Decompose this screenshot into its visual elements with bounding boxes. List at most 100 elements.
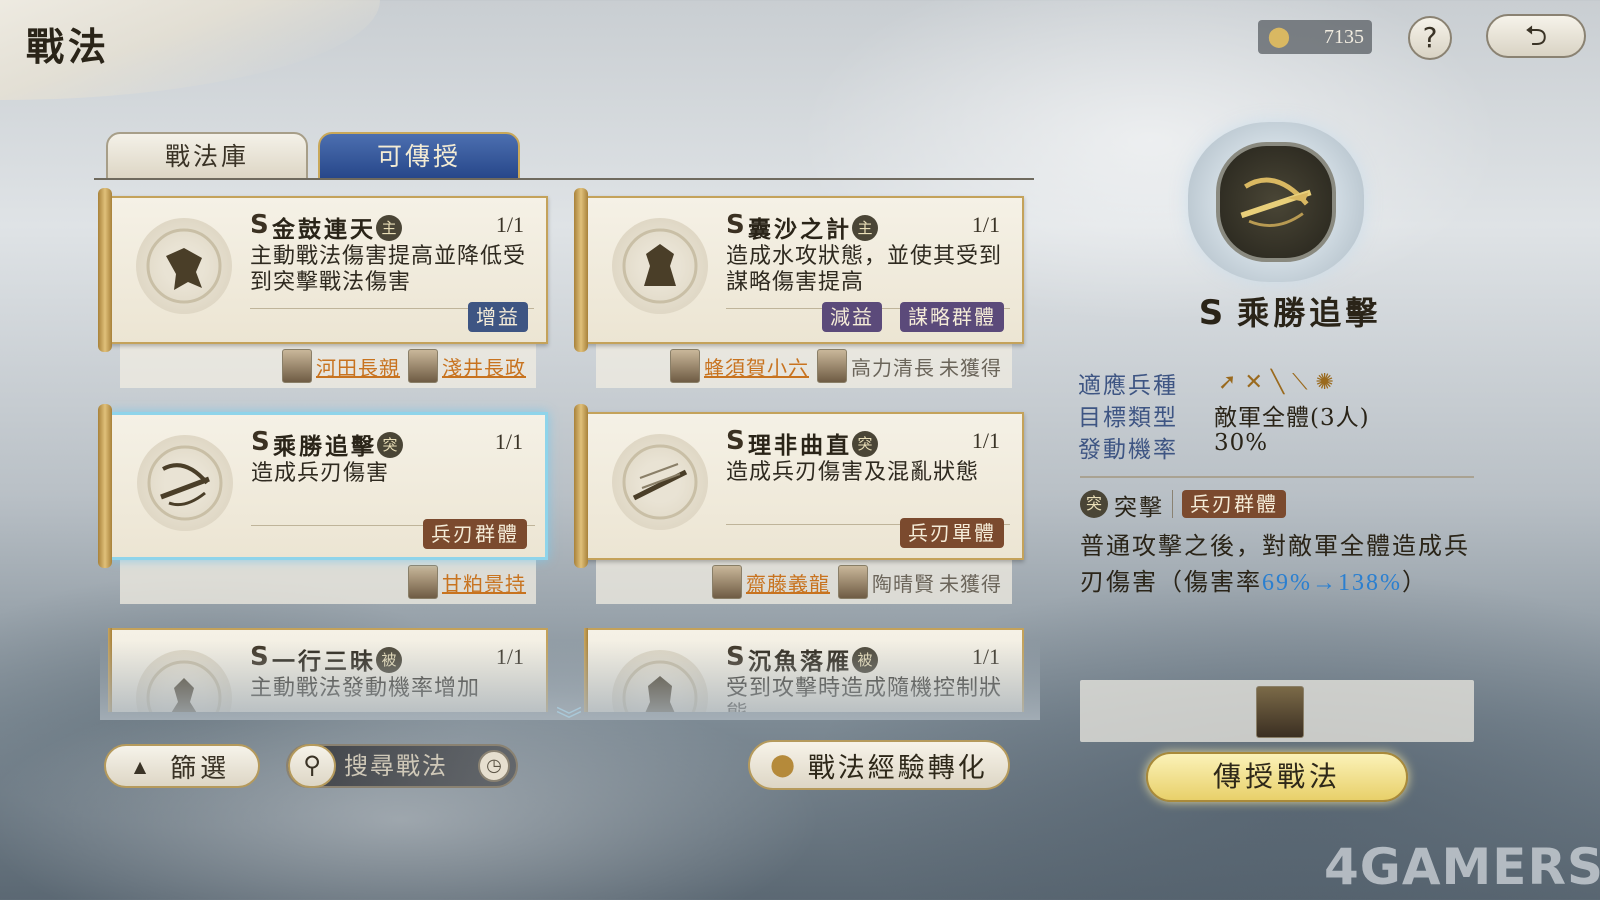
- lady-fan-icon: [612, 650, 708, 712]
- search-icon[interactable]: ⚲: [288, 744, 336, 788]
- troop-label: 適應兵種: [1078, 373, 1178, 399]
- filter-label: 篩選: [170, 753, 231, 784]
- skill-card-body[interactable]: S 一行三昧 被 1/1 主動戰法發動機率增加: [108, 628, 548, 712]
- type-badge: 主: [852, 215, 878, 241]
- detail-tag: 兵刃群體: [1182, 490, 1286, 518]
- scroll-rod: [98, 404, 112, 568]
- detail-title: S 乘勝追擊: [1190, 288, 1390, 334]
- scroll-rod: [98, 188, 112, 352]
- skill-name: 理非曲直: [748, 432, 852, 459]
- general-portrait[interactable]: [1256, 686, 1304, 738]
- owner-item[interactable]: 陶晴賢 未獲得: [838, 565, 1002, 599]
- skill-name: 一行三昧: [272, 648, 376, 675]
- skill-desc: 造成兵刃傷害: [251, 461, 390, 486]
- rank-label: S: [726, 210, 745, 240]
- owner-item[interactable]: 甘粕景持: [408, 565, 526, 599]
- owner-portrait: [670, 349, 700, 383]
- type-badge: 主: [376, 215, 402, 241]
- gun-icon: ╲: [1270, 370, 1285, 395]
- skill-card-2[interactable]: 甘粕景持 S 乘勝追擊 突 1/1 造成兵刃傷害 兵刃群體: [98, 404, 548, 612]
- owner-row: 河田長親 淺井長政: [120, 344, 536, 388]
- teach-skill-button[interactable]: 傳授戰法: [1146, 752, 1408, 802]
- rank-label: S: [726, 642, 745, 672]
- owner-item[interactable]: 蜂須賀小六: [670, 349, 809, 383]
- skill-card-body[interactable]: S 理非曲直 突 1/1 造成兵刃傷害及混亂狀態 兵刃單體: [584, 412, 1024, 560]
- skill-tag: 兵刃單體: [900, 518, 1004, 548]
- skill-card-3[interactable]: 齋藤義龍 陶晴賢 未獲得 S 理非曲直 突 1/1 造成兵刃傷害及混亂狀態 兵刃單…: [574, 404, 1024, 612]
- owner-status: 未獲得: [939, 355, 1002, 380]
- skill-card-body[interactable]: S 囊沙之計 主 1/1 造成水攻狀態，並使其受到謀略傷害提高 減益 謀略群體: [584, 196, 1024, 344]
- skill-name: 沉魚落雁: [748, 648, 852, 675]
- skill-card-body[interactable]: S 沉魚落雁 被 1/1 受到攻擊時造成隨機控制狀態: [584, 628, 1024, 712]
- bow-icon: ✕: [1244, 370, 1263, 395]
- warrior-drum-icon: [136, 218, 232, 314]
- rate-value: 30%: [1214, 430, 1269, 456]
- skill-card-1[interactable]: 蜂須賀小六 高力清長 未獲得 S 囊沙之計 主 1/1 造成水攻狀態，並使其受到謀…: [574, 188, 1024, 396]
- owner-portrait: [817, 349, 847, 383]
- back-button[interactable]: ⮌: [1486, 14, 1586, 58]
- owner-item[interactable]: 齋藤義龍: [712, 565, 830, 599]
- type-badge: 突: [852, 431, 878, 457]
- crossed-swords-icon: [137, 435, 233, 531]
- skill-desc: 造成水攻狀態，並使其受到謀略傷害提高: [726, 244, 1003, 295]
- skill-count: 1/1: [495, 212, 524, 237]
- triangle-up-icon: ▲: [133, 756, 151, 776]
- skill-emblem: [1188, 122, 1364, 282]
- skill-tag: 減益: [822, 302, 882, 332]
- skill-name: 金鼓連天: [272, 216, 376, 243]
- detail-description: 普通攻擊之後，對敵軍全體造成兵刃傷害（傷害率69%→138%）: [1080, 528, 1480, 601]
- spear-icon: ➚: [1218, 370, 1237, 395]
- owner-name: 河田長親: [316, 355, 400, 380]
- skill-desc: 主動戰法傷害提高並降低受到突擊戰法傷害: [250, 244, 527, 295]
- owner-name: 甘粕景持: [442, 571, 526, 596]
- skill-tag: 兵刃群體: [423, 519, 527, 549]
- filter-button[interactable]: ▲ 篩選: [104, 744, 260, 788]
- troop-icons: ➚ ✕ ╲ ⟍ ✺: [1218, 370, 1334, 395]
- watermark: 4GAMERS: [1324, 838, 1600, 896]
- help-button[interactable]: ?: [1408, 16, 1452, 60]
- skill-count: 1/1: [971, 428, 1000, 453]
- detail-type-label: 突擊: [1114, 495, 1164, 521]
- search-input[interactable]: [344, 750, 464, 782]
- detail-type-badge: 突: [1080, 490, 1108, 518]
- convert-label: 戰法經驗轉化: [807, 752, 988, 784]
- tab-teachable[interactable]: 可傳授: [318, 132, 520, 180]
- skill-card-0[interactable]: 河田長親 淺井長政 S 金鼓連天 主 1/1 主動戰法傷害提高並降低受到突擊戰法…: [98, 188, 548, 396]
- currency-value: 7135: [1324, 25, 1364, 48]
- scroll-rod: [108, 628, 112, 712]
- skill-count: 1/1: [971, 212, 1000, 237]
- owner-row: 甘粕景持: [120, 560, 536, 604]
- skill-desc: 受到攻擊時造成隨機控制狀態: [726, 676, 1003, 712]
- skill-card-4[interactable]: S 一行三昧 被 1/1 主動戰法發動機率增加: [108, 628, 548, 712]
- scroll-rod: [574, 188, 588, 352]
- skill-tag: 謀略群體: [900, 302, 1004, 332]
- owner-name: 齋藤義龍: [746, 571, 830, 596]
- type-badge: 被: [376, 647, 402, 673]
- skill-card-body[interactable]: S 乘勝追擊 突 1/1 造成兵刃傷害 兵刃群體: [108, 412, 548, 560]
- detail-name: 乘勝追擊: [1237, 294, 1382, 332]
- owner-name: 淺井長政: [442, 355, 526, 380]
- chevron-down-icon[interactable]: ︾: [556, 700, 582, 737]
- skill-name: 囊沙之計: [748, 216, 852, 243]
- type-badge: 被: [852, 647, 878, 673]
- skill-card-body[interactable]: S 金鼓連天 主 1/1 主動戰法傷害提高並降低受到突擊戰法傷害 增益: [108, 196, 548, 344]
- rank-label: S: [250, 210, 269, 240]
- owner-item[interactable]: 高力清長 未獲得: [817, 349, 1002, 383]
- coin-icon: ⬤: [770, 752, 798, 778]
- target-label: 目標類型: [1078, 405, 1178, 431]
- scroll-rod: [574, 404, 588, 568]
- tab-library[interactable]: 戰法庫: [106, 132, 308, 180]
- emblem-frame: [1188, 122, 1364, 282]
- history-icon[interactable]: ◷: [478, 750, 510, 782]
- katana-icon: [612, 434, 708, 530]
- skill-card-5[interactable]: S 沉魚落雁 被 1/1 受到攻擊時造成隨機控制狀態: [584, 628, 1024, 712]
- owner-status: 未獲得: [939, 571, 1002, 596]
- currency-display: ⬤ 7135: [1258, 20, 1372, 54]
- owner-item[interactable]: 河田長親: [282, 349, 400, 383]
- convert-exp-button[interactable]: ⬤ 戰法經驗轉化: [748, 740, 1010, 790]
- skill-desc: 主動戰法發動機率增加: [250, 676, 481, 701]
- search-box[interactable]: ⚲ ◷: [286, 744, 518, 788]
- type-badge: 突: [377, 432, 403, 458]
- page-title: 戰法: [26, 24, 111, 69]
- owner-item[interactable]: 淺井長政: [408, 349, 526, 383]
